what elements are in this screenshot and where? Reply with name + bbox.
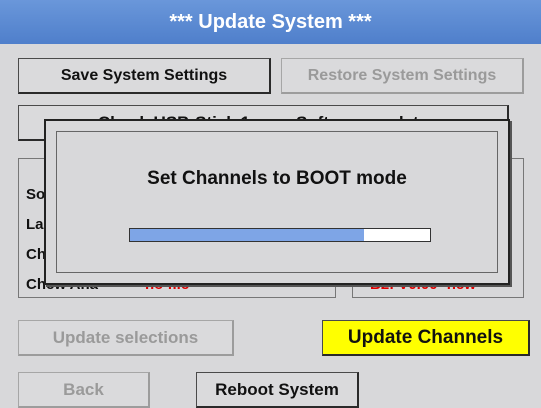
left-row-label-3: Ch — [26, 246, 46, 263]
save-system-settings-button[interactable]: Save System Settings — [18, 58, 271, 94]
left-row-label-2: La — [26, 216, 44, 233]
left-row-label-1: So — [26, 186, 46, 203]
window-title: *** Update System *** — [169, 10, 372, 33]
window-title-bar: *** Update System *** — [0, 0, 541, 44]
progress-bar — [129, 228, 431, 242]
update-channels-button[interactable]: Update Channels — [322, 320, 530, 356]
restore-system-settings-button[interactable]: Restore System Settings — [281, 58, 524, 94]
boot-mode-dialog: Set Channels to BOOT mode — [44, 119, 510, 285]
update-selections-button[interactable]: Update selections — [18, 320, 234, 356]
back-button[interactable]: Back — [18, 372, 150, 408]
dialog-message: Set Channels to BOOT mode — [147, 168, 407, 189]
progress-bar-fill — [130, 229, 364, 241]
dialog-frame: Set Channels to BOOT mode — [56, 131, 498, 273]
reboot-system-button[interactable]: Reboot System — [196, 372, 359, 408]
